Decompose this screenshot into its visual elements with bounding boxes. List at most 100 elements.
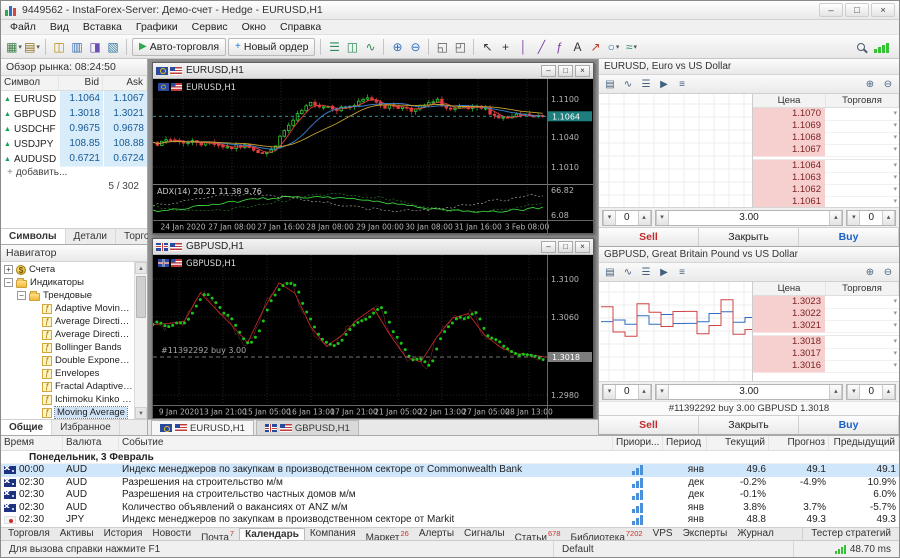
toolbar-line-chart-icon[interactable]: ∿ [361,38,379,56]
navigator-scrollbar[interactable]: ▲ ▼ [134,262,147,419]
menu-view[interactable]: Вид [43,21,76,33]
spin-down-button[interactable]: ▾ [603,385,616,399]
close-button[interactable]: × [871,3,895,17]
dom-zoom-in-icon[interactable]: ⊕ [862,265,878,280]
spin-up-button[interactable]: ▴ [882,385,895,399]
market-watch-row[interactable]: ▲USDJPY108.85108.88 [1,136,147,151]
chart-restore-button[interactable]: □ [558,241,573,253]
navigator-item[interactable]: +$Счета [1,263,134,276]
chart-title-bar[interactable]: EURUSD,H1–□× [153,63,593,79]
dom-chart-mode-icon[interactable]: ∿ [620,77,636,92]
chart-restore-button[interactable]: □ [558,65,573,77]
dom-bid-row[interactable]: 1.1061▾ [753,196,899,207]
calendar-column-2[interactable]: Событие [119,436,613,450]
toolbar-shapes-icon[interactable]: ○▾ [604,38,622,56]
dom-ask-row[interactable]: 1.3021▾ [753,320,899,332]
chart-area[interactable]: 24 Jan 202027 Jan 08:0027 Jan 16:0028 Ja… [153,79,593,233]
dom-zoom-out-icon[interactable]: ⊖ [880,77,896,92]
spin-down-button[interactable]: ▾ [656,385,669,399]
chart-canvas-gbpusd[interactable]: 9 Jan 202013 Jan 21:0015 Jan 05:0016 Jan… [153,255,593,418]
toolbox-tab-8[interactable]: Алерты [414,528,459,540]
toolbar-navigator-icon[interactable]: ◨ [86,38,104,56]
sell-button[interactable]: Sell [599,416,699,434]
calendar-column-4[interactable]: Период [663,436,707,450]
collapse-icon[interactable]: − [17,291,26,300]
sell-button[interactable]: Sell [599,228,699,246]
close-button[interactable]: Закрыть [699,228,799,246]
close-button[interactable]: Закрыть [699,416,799,434]
toolbar-arrow-objects-icon[interactable]: ↗ [586,38,604,56]
calendar-row[interactable]: 02:30AUDРазрешения на строительство м/мд… [1,477,899,490]
dom-panel-title[interactable]: EURUSD, Euro vs US Dollar [599,59,899,75]
toolbox-tab-12[interactable]: VPS [648,528,678,540]
chart-minimize-button[interactable]: – [541,65,556,77]
navigator-item[interactable]: −Индикаторы [1,276,134,289]
toolbar-data-window-icon[interactable]: ▥ [68,38,86,56]
market-watch-row[interactable]: ▲USDCHF0.96750.9678 [1,121,147,136]
toolbar-cascade-windows-icon[interactable]: ◰ [451,38,469,56]
menu-tools[interactable]: Сервис [185,21,235,33]
dom-one-click-icon[interactable]: ▶ [656,265,672,280]
collapse-icon[interactable]: − [4,278,13,287]
navigator-item[interactable]: ƒAverage Directional... [1,315,134,328]
calendar-row[interactable]: 02:30AUDРазрешения на строительство част… [1,489,899,502]
minimize-button[interactable]: – [819,3,843,17]
spin-up-button[interactable]: ▴ [829,385,842,399]
spin-up-button[interactable]: ▴ [638,385,651,399]
dom-ask-row[interactable]: 1.1070▾ [753,108,899,120]
calendar-column-1[interactable]: Валюта [63,436,119,450]
tick-chart[interactable] [599,94,753,207]
spin-down-button[interactable]: ▾ [603,211,616,225]
navigator-item[interactable]: ƒAdaptive Moving Av... [1,302,134,315]
market-watch-tab-0[interactable]: Символы [1,229,66,244]
menu-help[interactable]: Справка [273,21,328,33]
navigator-item[interactable]: ƒMoving Average [1,406,134,419]
toolbox-tab-0[interactable]: Торговля [3,528,55,540]
dom-bid-row[interactable]: 1.3017▾ [753,348,899,360]
maximize-button[interactable]: □ [845,3,869,17]
calendar-column-0[interactable]: Время [1,436,63,450]
toolbar-indicators-icon[interactable]: ≈▾ [622,38,640,56]
scroll-up-icon[interactable]: ▲ [135,262,147,274]
toolbar-new-chart-icon[interactable]: ▦▾ [5,38,23,56]
status-profile[interactable]: Default [554,541,794,557]
buy-button[interactable]: Buy [799,228,899,246]
dom-ask-row[interactable]: 1.1067▾ [753,144,899,156]
navigator-item[interactable]: ƒIchimoku Kinko Hyo [1,393,134,406]
spin-up-button[interactable]: ▴ [882,211,895,225]
toolbox-tab-5[interactable]: Календарь [239,528,305,540]
navigator-item[interactable]: −Трендовые [1,289,134,302]
chart-minimize-button[interactable]: – [541,241,556,253]
toolbox-tab-10[interactable]: Статьи678 [510,528,566,540]
button-new-order[interactable]: +Новый ордер [228,38,315,56]
toolbar-crosshair-icon[interactable]: + [496,38,514,56]
dom-bid-row[interactable]: 1.3016▾ [753,360,899,372]
spin-up-button[interactable]: ▴ [638,211,651,225]
status-connection[interactable]: 48.70 ms [794,541,899,557]
spin-up-button[interactable]: ▴ [829,211,842,225]
chart-title-bar[interactable]: GBPUSD,H1–□× [153,239,593,255]
chart-close-button[interactable]: × [575,65,590,77]
toolbar-tile-windows-icon[interactable]: ◱ [433,38,451,56]
scrollbar-thumb[interactable] [136,276,146,318]
calendar-column-6[interactable]: Прогноз [769,436,829,450]
dom-one-click-icon[interactable]: ▶ [656,77,672,92]
toolbar-market-watch-icon[interactable]: ◫ [50,38,68,56]
market-watch-row[interactable]: ▲EURUSD1.10641.1067 [1,91,147,106]
trade-cell[interactable]: ▾ [825,144,899,157]
market-watch-row[interactable]: ▲GBPUSD1.30181.3021 [1,106,147,121]
calendar-column-3[interactable]: Приори... [613,436,663,450]
toolbar-trend-line-icon[interactable]: ╱ [532,38,550,56]
dom-ask-row[interactable]: 1.3022▾ [753,308,899,320]
navigator-tab-1[interactable]: Избранное [52,420,120,435]
dom-market-depth-icon[interactable]: ☰ [638,77,654,92]
dom-bid-row[interactable]: 1.1064▾ [753,160,899,172]
toolbox-tab-13[interactable]: Эксперты [678,528,733,540]
toolbar-zoom-in-icon[interactable]: ⊕ [388,38,406,56]
dom-new-order-icon[interactable]: ▤ [602,77,618,92]
toolbar-bars-icon[interactable]: ☰ [325,38,343,56]
navigator-item[interactable]: ƒAverage Directional... [1,328,134,341]
scroll-down-icon[interactable]: ▼ [135,407,147,419]
spin-down-button[interactable]: ▾ [847,211,860,225]
navigator-item[interactable]: ƒFractal Adaptive Mo... [1,380,134,393]
